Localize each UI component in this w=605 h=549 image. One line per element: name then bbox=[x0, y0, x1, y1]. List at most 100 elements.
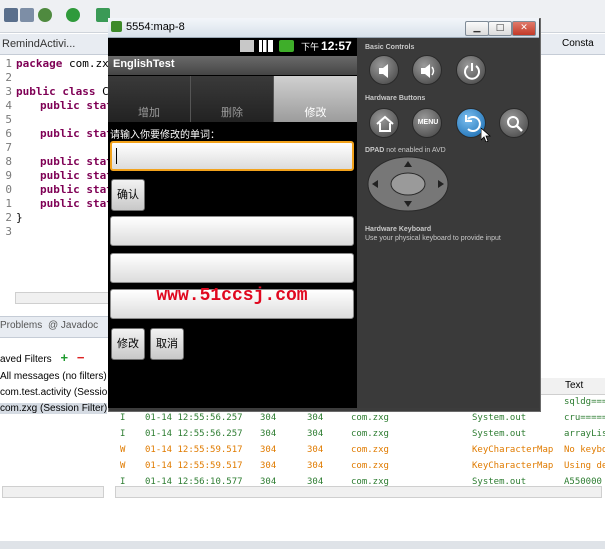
code-keyword: public stat bbox=[40, 99, 113, 112]
close-button[interactable]: ✕ bbox=[512, 21, 536, 36]
log-row[interactable]: I 01-14 12:55:56.257 304 304 com.zxg System.o… bbox=[110, 410, 605, 426]
toolbar-icon[interactable] bbox=[4, 8, 18, 22]
mouse-pointer-icon bbox=[481, 128, 491, 142]
filter-item[interactable]: All messages (no filters) bbox=[0, 371, 107, 382]
code-keyword: public stat bbox=[40, 169, 113, 182]
cancel-button[interactable]: 取消 bbox=[150, 328, 184, 360]
code-line: 0 public stat bbox=[0, 183, 113, 197]
clock-time: 12:57 bbox=[321, 39, 352, 53]
power-button[interactable] bbox=[456, 55, 486, 85]
tab-add[interactable]: 增加 bbox=[108, 76, 191, 122]
tab-delete-label: 删除 bbox=[221, 106, 243, 119]
power-icon bbox=[464, 63, 480, 80]
log-text: No keybo bbox=[564, 445, 605, 455]
hardware-buttons-label: Hardware Buttons bbox=[365, 95, 426, 102]
code-line: 6 public stat bbox=[0, 127, 113, 141]
basic-controls-label: Basic Controls bbox=[365, 44, 415, 51]
filter-item[interactable]: com.test.activity (Sessio bbox=[0, 387, 107, 398]
line-number: 1 bbox=[5, 197, 12, 210]
home-icon bbox=[376, 115, 394, 132]
code-keyword: public class bbox=[16, 85, 96, 98]
log-app: com.zxg bbox=[351, 429, 389, 439]
android-icon bbox=[111, 21, 122, 32]
minimize-button[interactable]: ▁ bbox=[465, 21, 489, 36]
tab-console[interactable]: Consta bbox=[562, 38, 594, 49]
line-number: 4 bbox=[5, 99, 12, 112]
code-keyword: public stat bbox=[40, 183, 113, 196]
filter-item-selected[interactable]: com.zxg (Session Filter) bbox=[0, 403, 108, 414]
code-line: 2} bbox=[0, 211, 23, 225]
debug-icon[interactable] bbox=[38, 8, 52, 22]
saved-filters-label: aved Filters bbox=[0, 354, 52, 365]
maximize-button[interactable]: □ bbox=[488, 21, 512, 36]
network-bars-icon bbox=[259, 40, 273, 52]
modify-button[interactable]: 修改 bbox=[111, 328, 145, 360]
volume-up-button[interactable] bbox=[412, 55, 442, 85]
text-column-header[interactable]: Text bbox=[565, 380, 583, 391]
code-line: 1 package com.zxg bbox=[0, 57, 115, 71]
emulator-control-panel bbox=[357, 38, 539, 408]
run-icon[interactable] bbox=[66, 8, 80, 22]
hardware-keyboard-label: Hardware Keyboard bbox=[365, 226, 432, 233]
log-date: 01-14 12:55:59.517 bbox=[145, 461, 243, 471]
battery-icon bbox=[279, 40, 294, 52]
home-button[interactable] bbox=[369, 108, 399, 138]
add-filter-icon[interactable]: + bbox=[60, 350, 68, 365]
code-editor[interactable]: 1 package com.zxg 2 3 public class Co 4 public… bbox=[0, 55, 115, 300]
tab-problems[interactable]: Problems bbox=[0, 320, 42, 331]
log-text: Using de bbox=[564, 461, 605, 471]
meaning-input[interactable] bbox=[110, 216, 354, 246]
log-date: 01-14 12:55:59.517 bbox=[145, 445, 243, 455]
remove-filter-icon[interactable]: − bbox=[77, 350, 85, 365]
tab-delete[interactable]: 删除 bbox=[191, 76, 274, 122]
editor-tab[interactable]: RemindActivi... bbox=[2, 38, 75, 50]
app-title: EnglishTest bbox=[113, 58, 175, 70]
code-keyword: public stat bbox=[40, 127, 113, 140]
dpad-control[interactable] bbox=[367, 156, 449, 212]
dpad-label: DPAD not enabled in AVD bbox=[365, 147, 446, 154]
log-app: com.zxg bbox=[351, 445, 389, 455]
line-number: 7 bbox=[5, 141, 12, 154]
log-app: com.zxg bbox=[351, 461, 389, 471]
log-row[interactable]: W 01-14 12:55:59.517 304 304 com.zxg KeyChara… bbox=[110, 458, 605, 474]
tab-javadoc[interactable]: @ Javadoc bbox=[48, 320, 98, 331]
search-button[interactable] bbox=[499, 108, 529, 138]
log-tid: 304 bbox=[307, 429, 324, 439]
volume-down-icon bbox=[379, 64, 388, 78]
code-keyword: public stat bbox=[40, 155, 113, 168]
line-number: 2 bbox=[5, 211, 12, 224]
dpad-title: DPAD bbox=[365, 147, 385, 154]
example-input[interactable] bbox=[110, 253, 354, 283]
code-line: 7 bbox=[0, 141, 16, 155]
code-text: } bbox=[16, 211, 23, 224]
log-text: arrayLis bbox=[564, 429, 605, 439]
line-number: 9 bbox=[5, 169, 12, 182]
emulator-title: 5554:map-8 bbox=[126, 21, 185, 33]
code-line: 2 bbox=[0, 71, 16, 85]
filters-horizontal-scrollbar[interactable] bbox=[2, 486, 104, 498]
log-level: W bbox=[120, 445, 126, 455]
saved-filters-title: aved Filters + − bbox=[0, 350, 84, 365]
tab-add-label: 增加 bbox=[138, 106, 160, 119]
clock-period: 下午 bbox=[301, 42, 320, 52]
search-icon bbox=[507, 116, 523, 132]
editor-horizontal-scrollbar[interactable] bbox=[15, 292, 112, 304]
log-row[interactable]: W 01-14 12:55:59.517 304 304 com.zxg KeyChara… bbox=[110, 442, 605, 458]
log-tag: KeyCharacterMap bbox=[472, 461, 554, 471]
line-number: 8 bbox=[5, 155, 12, 168]
watermark: www.51ccsj.com bbox=[156, 286, 308, 306]
line-number: 6 bbox=[5, 127, 12, 140]
log-row[interactable]: I 01-14 12:55:56.257 304 304 com.zxg System.o… bbox=[110, 426, 605, 442]
confirm-button[interactable]: 确认 bbox=[111, 179, 145, 211]
menu-button[interactable]: MENU bbox=[412, 108, 442, 138]
log-tag: System.out bbox=[472, 429, 527, 439]
tab-modify[interactable]: 修改 bbox=[274, 76, 357, 122]
word-input[interactable] bbox=[110, 141, 354, 171]
line-number: 0 bbox=[5, 183, 12, 196]
log-pid: 304 bbox=[260, 413, 277, 423]
logcat-horizontal-scrollbar[interactable] bbox=[115, 486, 602, 498]
volume-down-button[interactable] bbox=[369, 55, 399, 85]
clock: 下午 12:57 bbox=[301, 39, 352, 53]
prompt-text: 请输入你要修改的单词： bbox=[110, 130, 220, 141]
toolbar-icon[interactable] bbox=[20, 8, 34, 22]
